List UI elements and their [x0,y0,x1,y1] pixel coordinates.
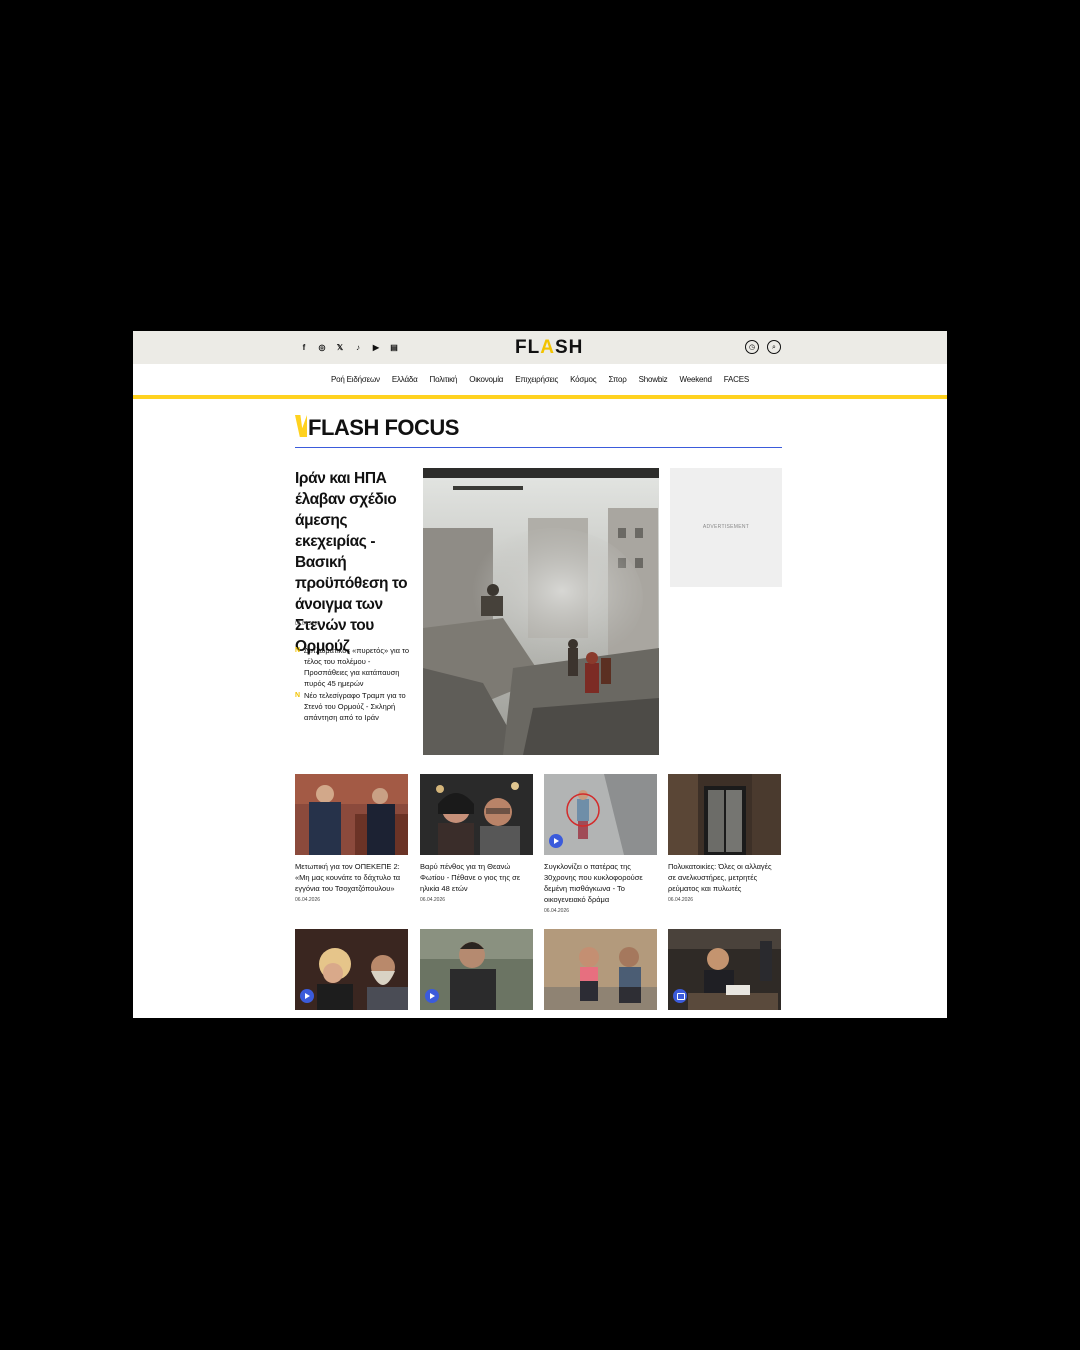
main-nav: Ροή Ειδήσεων Ελλάδα Πολιτική Οικονομία Ε… [133,364,947,399]
nav-item-ellada[interactable]: Ελλάδα [386,375,424,384]
nav-item-roi[interactable]: Ροή Ειδήσεων [325,375,386,384]
video-badge-icon [549,834,563,848]
section-header: FLASH FOCUS [295,413,782,448]
article-date: 06.04.2026 [295,897,321,903]
ad-label: ADVERTISEMENT [702,524,750,530]
article-title[interactable]: Πολυκατοικίες: Όλες οι αλλαγές σε ανελκυ… [668,861,781,894]
tiktok-icon[interactable]: ♪ [349,341,367,355]
article-card[interactable] [420,929,533,1016]
article-thumbnail[interactable] [295,774,408,855]
lead-date: 06.04.2026 [295,621,321,627]
video-badge-icon [300,989,314,1003]
article-thumbnail[interactable] [420,929,533,1010]
ad-slot[interactable]: ADVERTISEMENT [670,468,782,587]
article-title[interactable]: Μετωπική για τον ΟΠΕΚΕΠΕ 2: «Μη μας κουν… [295,861,408,894]
article-card[interactable] [668,929,781,1016]
article-date: 06.04.2026 [544,908,570,914]
article-thumbnail[interactable] [668,929,781,1010]
nav-item-politiki[interactable]: Πολιτική [424,375,464,384]
x-icon[interactable]: 𝕏 [331,341,349,355]
top-bar: f ◎ 𝕏 ♪ ▶ ▤ FLASH ◷ ⌕ [133,331,947,364]
article-card[interactable]: Πολυκατοικίες: Όλες οι αλλαγές σε ανελκυ… [668,774,781,903]
social-links: f ◎ 𝕏 ♪ ▶ ▤ [295,341,403,355]
nav-item-kosmos[interactable]: Κόσμος [564,375,602,384]
article-card[interactable]: Βαρύ πένθος για τη Θεανώ Φωτίου - Πέθανε… [420,774,533,903]
clock-icon[interactable]: ◷ [745,340,759,354]
nav-item-faces[interactable]: FACES [718,375,755,384]
video-badge-icon [425,989,439,1003]
header-tools: ◷ ⌕ [745,340,781,354]
article-date: 06.04.2026 [668,897,694,903]
article-thumbnail[interactable] [544,774,657,855]
article-card[interactable] [544,929,657,1016]
youtube-icon[interactable]: ▶ [367,341,385,355]
article-card[interactable] [295,929,408,1016]
related-link[interactable]: Νέο τελεσίγραφο Τραμπ για το Στενό του Ο… [295,690,410,723]
article-card[interactable]: Συγκλονίζει ο πατέρας της 30χρονης που κ… [544,774,657,914]
facebook-icon[interactable]: f [295,341,313,355]
nav-item-spor[interactable]: Σπορ [602,375,632,384]
gallery-badge-icon [673,989,687,1003]
lead-headline[interactable]: Ιράν και ΗΠΑ έλαβαν σχέδιο άμεσης εκεχει… [295,468,415,657]
instagram-icon[interactable]: ◎ [313,341,331,355]
related-link[interactable]: Διπλωματικός «πυρετός» για το τέλος του … [295,645,410,689]
article-date: 06.04.2026 [420,897,446,903]
article-card[interactable]: Μετωπική για τον ΟΠΕΚΕΠΕ 2: «Μη μας κουν… [295,774,408,903]
article-thumbnail[interactable] [295,929,408,1010]
nav-item-showbiz[interactable]: Showbiz [633,375,674,384]
article-title[interactable]: Βαρύ πένθος για τη Θεανώ Φωτίου - Πέθανε… [420,861,533,894]
nav-item-oikonomia[interactable]: Οικονομία [463,375,509,384]
article-title[interactable]: Συγκλονίζει ο πατέρας της 30χρονης που κ… [544,861,657,905]
flash-mark-icon [295,415,307,437]
page: f ◎ 𝕏 ♪ ▶ ▤ FLASH ◷ ⌕ Ροή Ειδήσεων Ελλάδ… [133,331,947,1018]
lead-image[interactable] [423,468,659,755]
article-thumbnail[interactable] [420,774,533,855]
nav-item-weekend[interactable]: Weekend [673,375,717,384]
section-title: FLASH FOCUS [308,415,459,440]
site-logo[interactable]: FLASH [515,337,583,359]
article-thumbnail[interactable] [668,774,781,855]
podcast-icon[interactable]: ▤ [385,341,403,355]
nav-item-epixeiriseis[interactable]: Επιχειρήσεις [509,375,564,384]
search-icon[interactable]: ⌕ [767,340,781,354]
article-thumbnail[interactable] [544,929,657,1010]
